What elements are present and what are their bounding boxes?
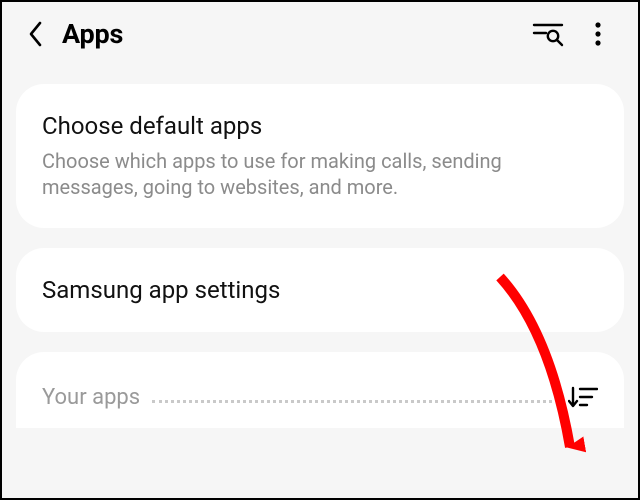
back-button[interactable] bbox=[16, 14, 56, 54]
samsung-app-settings-item[interactable]: Samsung app settings bbox=[16, 248, 624, 332]
more-vertical-icon bbox=[594, 21, 602, 47]
search-list-icon bbox=[532, 21, 564, 47]
choose-default-apps-item[interactable]: Choose default apps Choose which apps to… bbox=[16, 84, 624, 228]
screen-frame: Apps Choose default apps Choose which ap… bbox=[0, 0, 640, 500]
divider-dotted bbox=[152, 400, 552, 403]
chevron-left-icon bbox=[26, 20, 46, 48]
sort-filter-button[interactable] bbox=[564, 378, 602, 416]
card-title: Choose default apps bbox=[42, 112, 598, 140]
app-header: Apps bbox=[2, 2, 638, 66]
section-label: Your apps bbox=[42, 385, 140, 410]
search-finder-button[interactable] bbox=[526, 12, 570, 56]
card-title: Samsung app settings bbox=[42, 276, 598, 304]
your-apps-section-header: Your apps bbox=[16, 352, 624, 428]
page-title: Apps bbox=[62, 18, 123, 50]
card-subtitle: Choose which apps to use for making call… bbox=[42, 148, 598, 200]
more-options-button[interactable] bbox=[576, 12, 620, 56]
sort-icon bbox=[568, 385, 598, 409]
